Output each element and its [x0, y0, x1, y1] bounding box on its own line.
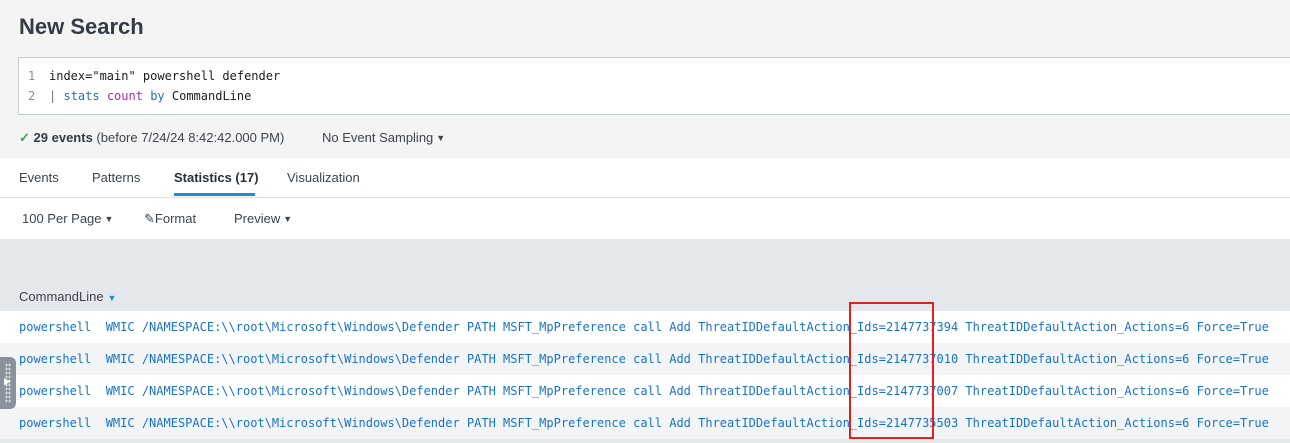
table-row: powershell WMIC /NAMESPACE:\\root\Micros… [0, 407, 1290, 439]
highlight-annotation-box [849, 302, 934, 439]
side-panel-handle[interactable]: ▶ [0, 357, 16, 409]
table-cell[interactable]: powershell WMIC /NAMESPACE:\\root\Micros… [19, 320, 1269, 334]
per-page-label: 100 Per Page [22, 211, 102, 226]
table-row: powershell WMIC /NAMESPACE:\\root\Micros… [0, 343, 1290, 375]
results-toolbar: 100 Per Page ▼ ✎Format Preview ▼ [0, 198, 1290, 239]
column-header-commandline[interactable]: CommandLine ▼ [19, 289, 116, 304]
table-cell[interactable]: powershell WMIC /NAMESPACE:\\root\Micros… [19, 384, 1269, 398]
per-page-dropdown[interactable]: 100 Per Page ▼ [22, 211, 113, 226]
search-editor[interactable]: 1 2 index="main" powershell defender | s… [18, 57, 1290, 115]
caret-down-icon: ▼ [104, 214, 114, 224]
column-header-label: CommandLine [19, 289, 104, 304]
tab-patterns[interactable]: Patterns [92, 170, 140, 185]
tab-visualization[interactable]: Visualization [287, 170, 360, 185]
tab-events[interactable]: Events [19, 170, 59, 185]
job-status: ✓ 29 events (before 7/24/24 8:42:42.000 … [19, 130, 284, 146]
line-number: 1 [28, 69, 36, 83]
query-field: CommandLine [171, 89, 252, 103]
check-icon: ✓ [19, 130, 30, 145]
active-tab-indicator [174, 193, 255, 196]
line-gutter: 1 2 [19, 58, 59, 114]
caret-down-icon: ▼ [436, 133, 446, 143]
tab-statistics[interactable]: Statistics (17) [174, 170, 259, 185]
preview-label: Preview [234, 211, 281, 226]
sort-down-icon: ▼ [107, 293, 117, 303]
table-cell[interactable]: powershell WMIC /NAMESPACE:\\root\Micros… [19, 416, 1269, 430]
table-cell[interactable]: powershell WMIC /NAMESPACE:\\root\Micros… [19, 352, 1269, 366]
format-button[interactable]: ✎Format [144, 211, 196, 227]
caret-down-icon: ▼ [283, 214, 293, 224]
query-command: stats [63, 89, 100, 103]
query-line-1: index="main" powershell defender [49, 69, 281, 83]
query-function: count [106, 89, 143, 103]
format-label: Format [154, 211, 197, 226]
table-row: powershell WMIC /NAMESPACE:\\root\Micros… [0, 375, 1290, 407]
results-tabs: Events Patterns Statistics (17) Visualiz… [0, 158, 1290, 198]
page-title: New Search [19, 14, 144, 39]
event-sampling-label: No Event Sampling [322, 130, 434, 145]
pencil-icon: ✎ [144, 211, 155, 226]
statistics-table: CommandLine ▼ powershell WMIC /NAMESPACE:… [0, 239, 1290, 443]
play-arrow-icon: ▶ [4, 376, 11, 386]
preview-dropdown[interactable]: Preview ▼ [234, 211, 292, 226]
line-number: 2 [28, 89, 36, 103]
event-count-detail: (before 7/24/24 8:42:42.000 PM) [96, 130, 285, 145]
query-operator: by [150, 89, 165, 103]
event-sampling-dropdown[interactable]: No Event Sampling ▼ [322, 130, 445, 145]
table-row: powershell WMIC /NAMESPACE:\\root\Micros… [0, 311, 1290, 343]
pipe-symbol: | [49, 89, 57, 103]
event-count: 29 events [33, 130, 93, 145]
query-line-2: | stats count by CommandLine [49, 89, 251, 103]
